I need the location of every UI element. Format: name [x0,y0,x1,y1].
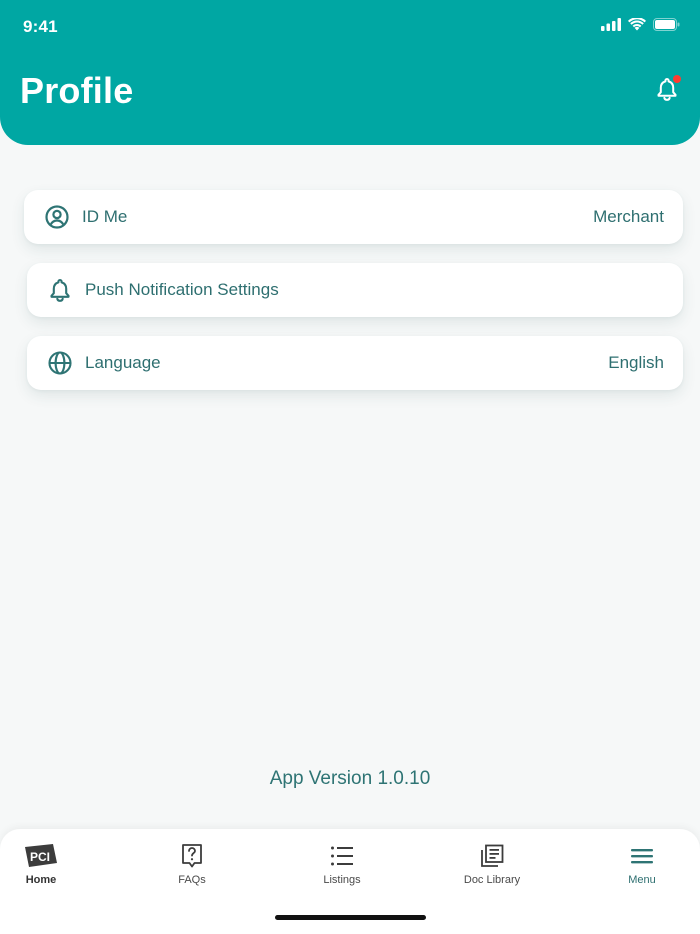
tab-label: Listings [323,874,361,886]
tab-listings[interactable]: Listings [292,843,392,886]
tab-label: Doc Library [463,874,521,886]
status-time: 9:41 [23,17,58,36]
page-title: Profile [20,70,134,111]
notifications-button[interactable] [654,75,681,102]
list-icon [330,843,354,869]
app-header: 9:41 Profile [0,0,700,145]
tab-faqs[interactable]: FAQs [142,843,242,886]
settings-item-label: Language [85,353,161,372]
home-indicator[interactable] [275,915,426,920]
notification-badge [673,75,681,83]
menu-icon [630,843,654,869]
tab-label: Home [25,874,57,886]
svg-text:PCI: PCI [30,850,50,864]
cellular-signal-icon [601,18,621,31]
battery-icon [653,18,680,31]
app-version: App Version 1.0.10 [269,768,431,789]
settings-item-value: Merchant [593,207,664,226]
settings-item-label: ID Me [82,207,128,226]
tab-doc-library[interactable]: Doc Library [442,843,542,886]
tab-home[interactable]: PCI Home [0,843,91,886]
status-icons [601,18,680,31]
tab-menu[interactable]: Menu [592,843,692,886]
tab-label: FAQs [178,874,206,886]
settings-item-push-notifications[interactable]: Push Notification Settings [27,263,683,317]
globe-icon [47,350,73,376]
tab-label: Menu [628,874,656,886]
settings-item-label: Push Notification Settings [85,280,279,299]
question-icon [180,843,204,869]
wifi-icon [628,18,646,31]
pci-logo-icon: PCI [23,843,59,869]
settings-item-language[interactable]: Language English [27,336,683,390]
bell-icon [47,277,73,303]
user-circle-icon [44,204,70,230]
doc-library-icon [480,843,504,869]
settings-item-value: English [608,353,664,372]
settings-item-id-me[interactable]: ID Me Merchant [24,190,683,244]
